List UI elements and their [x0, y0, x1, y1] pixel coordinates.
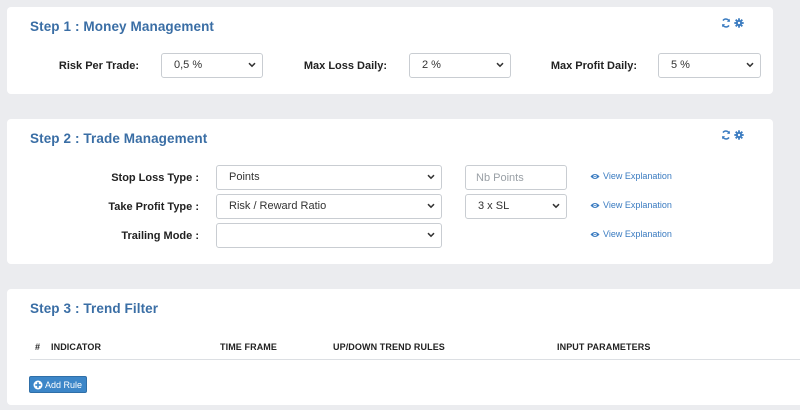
- max-profit-daily-select[interactable]: 5 %: [658, 53, 761, 78]
- trailing-mode-select[interactable]: [216, 223, 442, 248]
- trailing-mode-label: Trailing Mode :: [121, 230, 199, 242]
- eye-icon: [590, 231, 600, 237]
- view-explanation-link-take-profit[interactable]: View Explanation: [590, 200, 672, 210]
- stop-loss-points-input[interactable]: [465, 165, 567, 190]
- stop-loss-type-label: Stop Loss Type :: [111, 172, 199, 184]
- panel-tools: [721, 130, 744, 140]
- gear-icon[interactable]: [734, 130, 744, 140]
- column-header-input-parameters: INPUT PARAMETERS: [557, 342, 651, 352]
- trade-management-panel: Step 2 : Trade Management Stop Loss Type…: [7, 119, 773, 264]
- money-management-panel: Step 1 : Money Management Risk Per Trade…: [7, 7, 773, 94]
- view-explanation-label: View Explanation: [603, 229, 672, 239]
- column-header-time-frame: TIME FRAME: [220, 342, 277, 352]
- risk-per-trade-value: 0,5 %: [174, 59, 203, 71]
- gear-icon[interactable]: [734, 18, 744, 28]
- step1-title: Step 1 : Money Management: [30, 19, 215, 34]
- refresh-icon[interactable]: [721, 130, 731, 140]
- take-profit-type-label: Take Profit Type :: [108, 201, 199, 213]
- trend-filter-panel: Step 3 : Trend Filter # INDICATOR TIME F…: [7, 289, 800, 405]
- eye-icon: [590, 173, 600, 179]
- add-rule-button[interactable]: Add Rule: [29, 376, 88, 393]
- take-profit-ratio-value: 3 x SL: [478, 200, 510, 212]
- eye-icon: [590, 202, 600, 208]
- chevron-down-icon: [248, 62, 256, 68]
- max-profit-daily-value: 5 %: [671, 59, 690, 71]
- table-header-divider: [30, 359, 800, 360]
- take-profit-type-value: Risk / Reward Ratio: [229, 200, 327, 212]
- refresh-icon[interactable]: [721, 18, 731, 28]
- chevron-down-icon: [427, 174, 435, 180]
- chevron-down-icon: [427, 203, 435, 209]
- risk-per-trade-label: Risk Per Trade:: [58, 60, 139, 72]
- chevron-down-icon: [552, 203, 560, 209]
- step3-title: Step 3 : Trend Filter: [30, 301, 159, 316]
- max-profit-daily-label: Max Profit Daily:: [550, 60, 637, 72]
- risk-per-trade-select[interactable]: 0,5 %: [161, 53, 263, 78]
- view-explanation-link-trailing[interactable]: View Explanation: [590, 229, 672, 239]
- stop-loss-type-select[interactable]: Points: [216, 165, 442, 190]
- max-loss-daily-select[interactable]: 2 %: [409, 53, 511, 78]
- chevron-down-icon: [496, 62, 504, 68]
- view-explanation-label: View Explanation: [603, 171, 672, 181]
- max-loss-daily-label: Max Loss Daily:: [303, 60, 387, 72]
- chevron-down-icon: [746, 62, 754, 68]
- max-loss-daily-value: 2 %: [422, 59, 441, 71]
- column-header-number: #: [35, 342, 41, 352]
- column-header-trend-rules: UP/DOWN TREND RULES: [333, 342, 445, 352]
- chevron-down-icon: [427, 232, 435, 238]
- take-profit-ratio-select[interactable]: 3 x SL: [465, 194, 567, 219]
- step2-title: Step 2 : Trade Management: [30, 131, 208, 146]
- view-explanation-label: View Explanation: [603, 200, 672, 210]
- plus-circle-icon: [33, 380, 43, 389]
- view-explanation-link-stop-loss[interactable]: View Explanation: [590, 171, 672, 181]
- take-profit-type-select[interactable]: Risk / Reward Ratio: [216, 194, 442, 219]
- add-rule-label: Add Rule: [45, 379, 83, 390]
- column-header-indicator: INDICATOR: [51, 342, 102, 352]
- stop-loss-type-value: Points: [229, 171, 260, 183]
- panel-tools: [721, 18, 744, 28]
